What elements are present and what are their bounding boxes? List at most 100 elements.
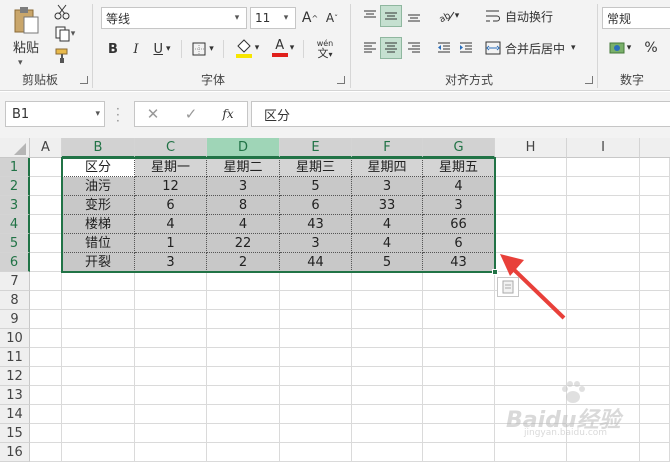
row-header-1[interactable]: 1 [0,158,30,177]
row-header-7[interactable]: 7 [0,272,30,291]
cell-c7[interactable] [135,272,207,291]
cell-a10[interactable] [30,329,62,348]
cell-e12[interactable] [280,367,352,386]
cell-b11[interactable] [62,348,135,367]
cell-f15[interactable] [352,424,423,443]
cell-g10[interactable] [423,329,495,348]
cell-f9[interactable] [352,310,423,329]
align-bottom-button[interactable] [403,5,425,27]
cell-a14[interactable] [30,405,62,424]
cell-b15[interactable] [62,424,135,443]
cell-c13[interactable] [135,386,207,405]
merge-center-button[interactable]: 合并后居中 ▾ [485,37,593,59]
cell-f12[interactable] [352,367,423,386]
cell-h3[interactable] [495,196,567,215]
cell-g13[interactable] [423,386,495,405]
cell-e16[interactable] [280,443,352,462]
column-header-g[interactable]: G [423,138,495,158]
cell-d12[interactable] [207,367,280,386]
cell-i1[interactable] [567,158,640,177]
cell-a9[interactable] [30,310,62,329]
cell-h1[interactable] [495,158,567,177]
column-header-i[interactable]: I [567,138,640,158]
row-header-3[interactable]: 3 [0,196,30,215]
cell-a11[interactable] [30,348,62,367]
paste-dropdown-arrow[interactable]: ▾ [18,58,23,68]
cell-b16[interactable] [62,443,135,462]
cell-b9[interactable] [62,310,135,329]
decrease-indent-button[interactable] [433,37,455,59]
cell-e11[interactable] [280,348,352,367]
column-header-e[interactable]: E [280,138,352,158]
cancel-icon[interactable]: ✕ [142,104,164,124]
cut-button[interactable] [50,2,74,22]
cell-d9[interactable] [207,310,280,329]
align-right-button[interactable] [403,37,425,59]
row-header-12[interactable]: 12 [0,367,30,386]
cell-a7[interactable] [30,272,62,291]
cell-c8[interactable] [135,291,207,310]
align-left-button[interactable] [359,37,381,59]
row-header-11[interactable]: 11 [0,348,30,367]
cell-i11[interactable] [567,348,640,367]
cell-g15[interactable] [423,424,495,443]
cell-c12[interactable] [135,367,207,386]
cell-b10[interactable] [62,329,135,348]
wrap-text-button[interactable]: 自动换行 [485,5,565,27]
cell-h4[interactable] [495,215,567,234]
cell-c16[interactable] [135,443,207,462]
cell-d11[interactable] [207,348,280,367]
cell-b14[interactable] [62,405,135,424]
cell-c15[interactable] [135,424,207,443]
cell-i3[interactable] [567,196,640,215]
copy-button[interactable]: ▾ [50,24,80,44]
select-all-corner[interactable] [0,138,30,158]
cell-g8[interactable] [423,291,495,310]
row-header-6[interactable]: 6 [0,253,30,272]
underline-button[interactable]: U ▾ [148,38,176,60]
alignment-launcher-icon[interactable] [585,76,593,84]
cell-b8[interactable] [62,291,135,310]
cell-c11[interactable] [135,348,207,367]
cell-f7[interactable] [352,272,423,291]
cell-d8[interactable] [207,291,280,310]
bold-button[interactable]: B [103,38,123,60]
cell-h11[interactable] [495,348,567,367]
insert-function-button[interactable]: fx [216,104,240,124]
cell-e7[interactable] [280,272,352,291]
cell-b13[interactable] [62,386,135,405]
clipboard-launcher-icon[interactable] [80,76,88,84]
name-box[interactable]: B1 ▾ [5,101,105,127]
orientation-button[interactable]: ab ▾ [433,5,465,27]
column-header-d[interactable]: D [207,138,280,158]
row-header-14[interactable]: 14 [0,405,30,424]
font-launcher-icon[interactable] [337,76,345,84]
grow-font-button[interactable]: A ^ [300,7,320,29]
cell-f11[interactable] [352,348,423,367]
enter-icon[interactable]: ✓ [180,104,202,124]
cell-f16[interactable] [352,443,423,462]
cell-g12[interactable] [423,367,495,386]
cell-a8[interactable] [30,291,62,310]
row-header-16[interactable]: 16 [0,443,30,462]
cell-e15[interactable] [280,424,352,443]
cell-a16[interactable] [30,443,62,462]
percent-style-button[interactable]: % [640,37,662,59]
increase-indent-button[interactable] [455,37,477,59]
cell-g16[interactable] [423,443,495,462]
font-name-dropdown[interactable]: 等线 ▾ [101,7,247,29]
italic-button[interactable]: I [126,38,146,60]
cell-f8[interactable] [352,291,423,310]
row-header-10[interactable]: 10 [0,329,30,348]
cell-a3[interactable] [30,196,62,215]
cell-d7[interactable] [207,272,280,291]
cell-d10[interactable] [207,329,280,348]
cell-c14[interactable] [135,405,207,424]
row-header-13[interactable]: 13 [0,386,30,405]
cell-c9[interactable] [135,310,207,329]
phonetic-button[interactable]: wén 文▾ [307,36,343,62]
align-top-button[interactable] [359,5,381,27]
cell-i2[interactable] [567,177,640,196]
cell-c10[interactable] [135,329,207,348]
cell-i16[interactable] [567,443,640,462]
